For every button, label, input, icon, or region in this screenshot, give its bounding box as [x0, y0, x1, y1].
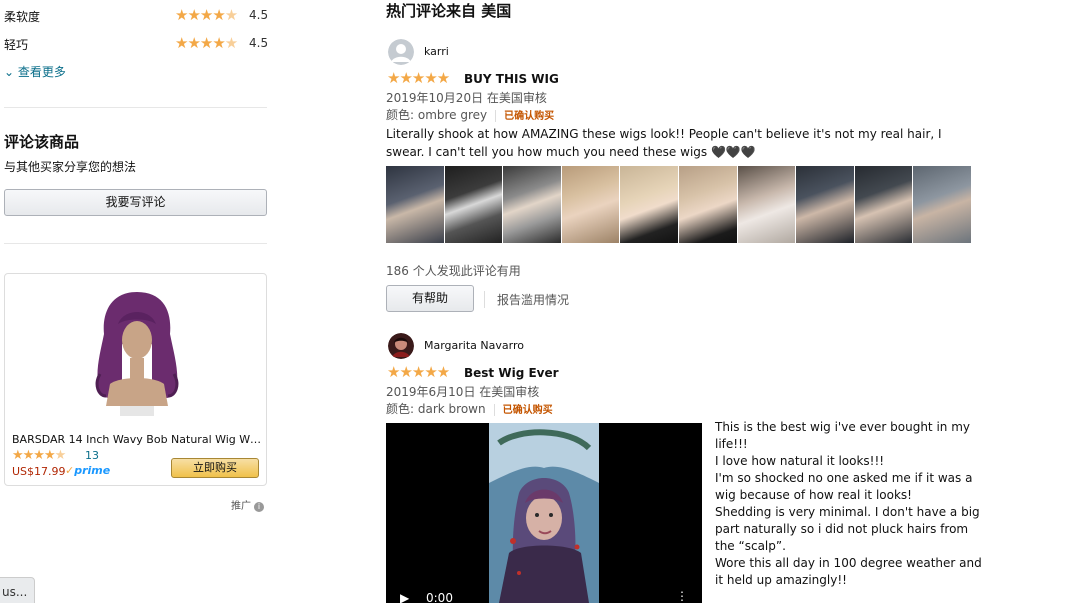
review-rating-stars[interactable]: ★★★★★ [387, 71, 450, 86]
video-frame [489, 423, 599, 603]
chevron-down-icon: ⌄ [4, 65, 15, 79]
ad-price: US$17.99 [12, 465, 66, 478]
review-photo[interactable] [796, 166, 855, 243]
review-photo[interactable] [386, 166, 445, 243]
attribute-label-softness: 柔软度 [4, 10, 41, 24]
divider [493, 403, 495, 416]
review-photo[interactable] [854, 166, 914, 243]
more-options-icon[interactable]: ⋮ [676, 589, 688, 603]
avatar[interactable] [388, 39, 414, 65]
top-reviews-heading: 热门评论来自 美国 [386, 2, 512, 20]
review-title[interactable]: BUY THIS WIG [464, 72, 559, 86]
reviewer-photo [388, 333, 414, 359]
review-rating-stars[interactable]: ★★★★★ [387, 365, 450, 380]
report-abuse-link[interactable]: 报告滥用情况 [484, 291, 569, 308]
review-photo[interactable] [620, 166, 679, 243]
write-review-subtext: 与其他买家分享您的想法 [4, 160, 137, 174]
buy-now-button[interactable]: 立即购买 [171, 458, 259, 478]
review-photo[interactable] [678, 166, 738, 243]
review-photo[interactable] [913, 166, 972, 243]
divider [4, 107, 267, 108]
review-photo[interactable] [444, 166, 504, 243]
attribute-stars-softness: ★★★★ ★ [175, 6, 238, 24]
play-icon[interactable]: ▶ [400, 591, 409, 603]
prime-label: prime [74, 464, 111, 477]
review-video-player[interactable]: ▶ 0:00 ⋮ [386, 423, 702, 603]
info-icon[interactable]: i [254, 502, 264, 512]
review-meta: 颜色: dark brown 已确认购买 [386, 400, 553, 417]
reviewer-name[interactable]: Margarita Navarro [424, 339, 524, 352]
user-icon [388, 39, 414, 65]
divider [4, 243, 267, 244]
verified-purchase-badge: 已确认购买 [504, 111, 555, 122]
review-meta: 颜色: ombre grey 已确认购买 [386, 106, 554, 123]
review-body: This is the best wig i've ever bought in… [715, 420, 982, 587]
attribute-rating-lightweight: 4.5 [249, 36, 269, 50]
ad-rating-count[interactable]: 13 [85, 449, 99, 462]
video-time: 0:00 [426, 591, 453, 603]
review-title[interactable]: Best Wig Ever [464, 366, 559, 380]
helpful-count: 186 个人发现此评论有用 [386, 264, 521, 278]
bottom-tab[interactable]: us... [0, 577, 35, 603]
write-review-button[interactable]: 我要写评论 [4, 189, 267, 216]
verified-purchase-badge: 已确认购买 [502, 405, 553, 416]
review-body: Literally shook at how AMAZING these wig… [386, 127, 942, 159]
review-date: 2019年10月20日 在美国审核 [386, 91, 547, 105]
review-photo[interactable] [737, 166, 797, 243]
sponsored-product-card[interactable]: BARSDAR 14 Inch Wavy Bob Natural Wig Wit… [4, 273, 267, 486]
avatar[interactable] [388, 333, 414, 359]
attribute-rating-softness: 4.5 [249, 8, 269, 22]
reviewer-name[interactable]: karri [424, 45, 449, 58]
sponsored-text: 推广 [231, 501, 251, 512]
variant-label[interactable]: 颜色: dark brown [386, 402, 486, 416]
divider [495, 109, 497, 122]
product-image[interactable] [80, 284, 195, 424]
review-date: 2019年6月10日 在美国审核 [386, 385, 540, 399]
ad-product-title[interactable]: BARSDAR 14 Inch Wavy Bob Natural Wig Wit… [12, 433, 262, 446]
review-photo[interactable] [561, 166, 621, 243]
see-more-link[interactable]: ⌄ 查看更多 [4, 63, 66, 80]
attribute-stars-lightweight: ★★★★ ★ [175, 34, 238, 52]
review-photo[interactable] [503, 166, 562, 243]
sponsored-label: 推广 i [231, 497, 264, 512]
see-more-label: 查看更多 [17, 65, 66, 79]
review-photos [386, 166, 972, 243]
ad-rating-stars[interactable]: ★★★★ ★ [12, 449, 66, 462]
helpful-button[interactable]: 有帮助 [386, 285, 474, 312]
attribute-label-lightweight: 轻巧 [4, 38, 29, 52]
check-icon: ✓ [65, 464, 75, 477]
variant-label[interactable]: 颜色: ombre grey [386, 108, 487, 122]
write-review-heading: 评论该商品 [4, 133, 80, 151]
prime-badge: ✓prime [65, 464, 110, 477]
